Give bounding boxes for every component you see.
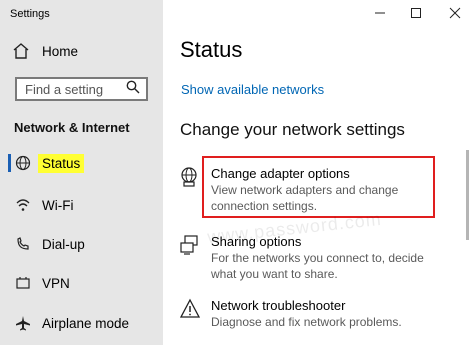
close-icon xyxy=(449,7,461,19)
maximize-icon xyxy=(411,8,421,18)
sidebar-item-label: Dial-up xyxy=(42,236,85,252)
page-title: Status xyxy=(180,37,243,62)
option-title: Network troubleshooter xyxy=(211,298,346,313)
window-title: Settings xyxy=(10,8,50,20)
search-box[interactable] xyxy=(15,77,148,101)
airplane-icon xyxy=(12,313,34,333)
show-available-networks-link[interactable]: Show available networks xyxy=(181,82,324,97)
section-heading: Change your network settings xyxy=(180,120,405,139)
search-input[interactable] xyxy=(25,81,117,97)
sidebar-item-label: Wi-Fi xyxy=(42,197,74,213)
network-troubleshooter[interactable]: Network troubleshooter Diagnose and fix … xyxy=(179,298,447,330)
network-adapter-icon xyxy=(179,166,203,190)
sidebar-item-label: VPN xyxy=(42,275,70,291)
phone-icon xyxy=(12,234,34,254)
globe-icon xyxy=(12,153,34,173)
vpn-icon xyxy=(12,273,34,293)
minimize-icon xyxy=(375,12,385,14)
wifi-icon xyxy=(12,195,34,215)
section-heading: Network & Internet xyxy=(14,120,130,135)
sidebar-item-label: Airplane mode xyxy=(42,315,130,331)
sidebar-item-vpn[interactable]: VPN xyxy=(8,269,158,297)
sharing-icon xyxy=(179,234,203,258)
option-description: Diagnose and fix network problems. xyxy=(211,315,402,329)
close-button[interactable] xyxy=(444,3,466,23)
sidebar-item-dialup[interactable]: Dial-up xyxy=(8,230,158,258)
sidebar: Settings Home Network & Internet Status … xyxy=(0,0,163,345)
sidebar-item-home[interactable]: Home xyxy=(8,38,156,64)
sidebar-item-wifi[interactable]: Wi-Fi xyxy=(8,191,158,219)
home-icon xyxy=(12,42,34,60)
warning-icon xyxy=(179,298,203,322)
sidebar-item-label: Status xyxy=(38,153,85,173)
scrollbar[interactable] xyxy=(466,150,469,240)
maximize-button[interactable] xyxy=(405,3,427,23)
sidebar-item-airplane-mode[interactable]: Airplane mode xyxy=(8,309,158,337)
sidebar-item-status[interactable]: Status xyxy=(8,149,158,177)
search-icon[interactable] xyxy=(126,80,140,99)
main-content: Status Show available networks Change yo… xyxy=(163,0,474,345)
minimize-button[interactable] xyxy=(369,3,391,23)
sidebar-item-label: Home xyxy=(42,43,79,59)
option-description: For the networks you connect to, decide … xyxy=(211,251,424,281)
annotation-box xyxy=(202,156,435,218)
